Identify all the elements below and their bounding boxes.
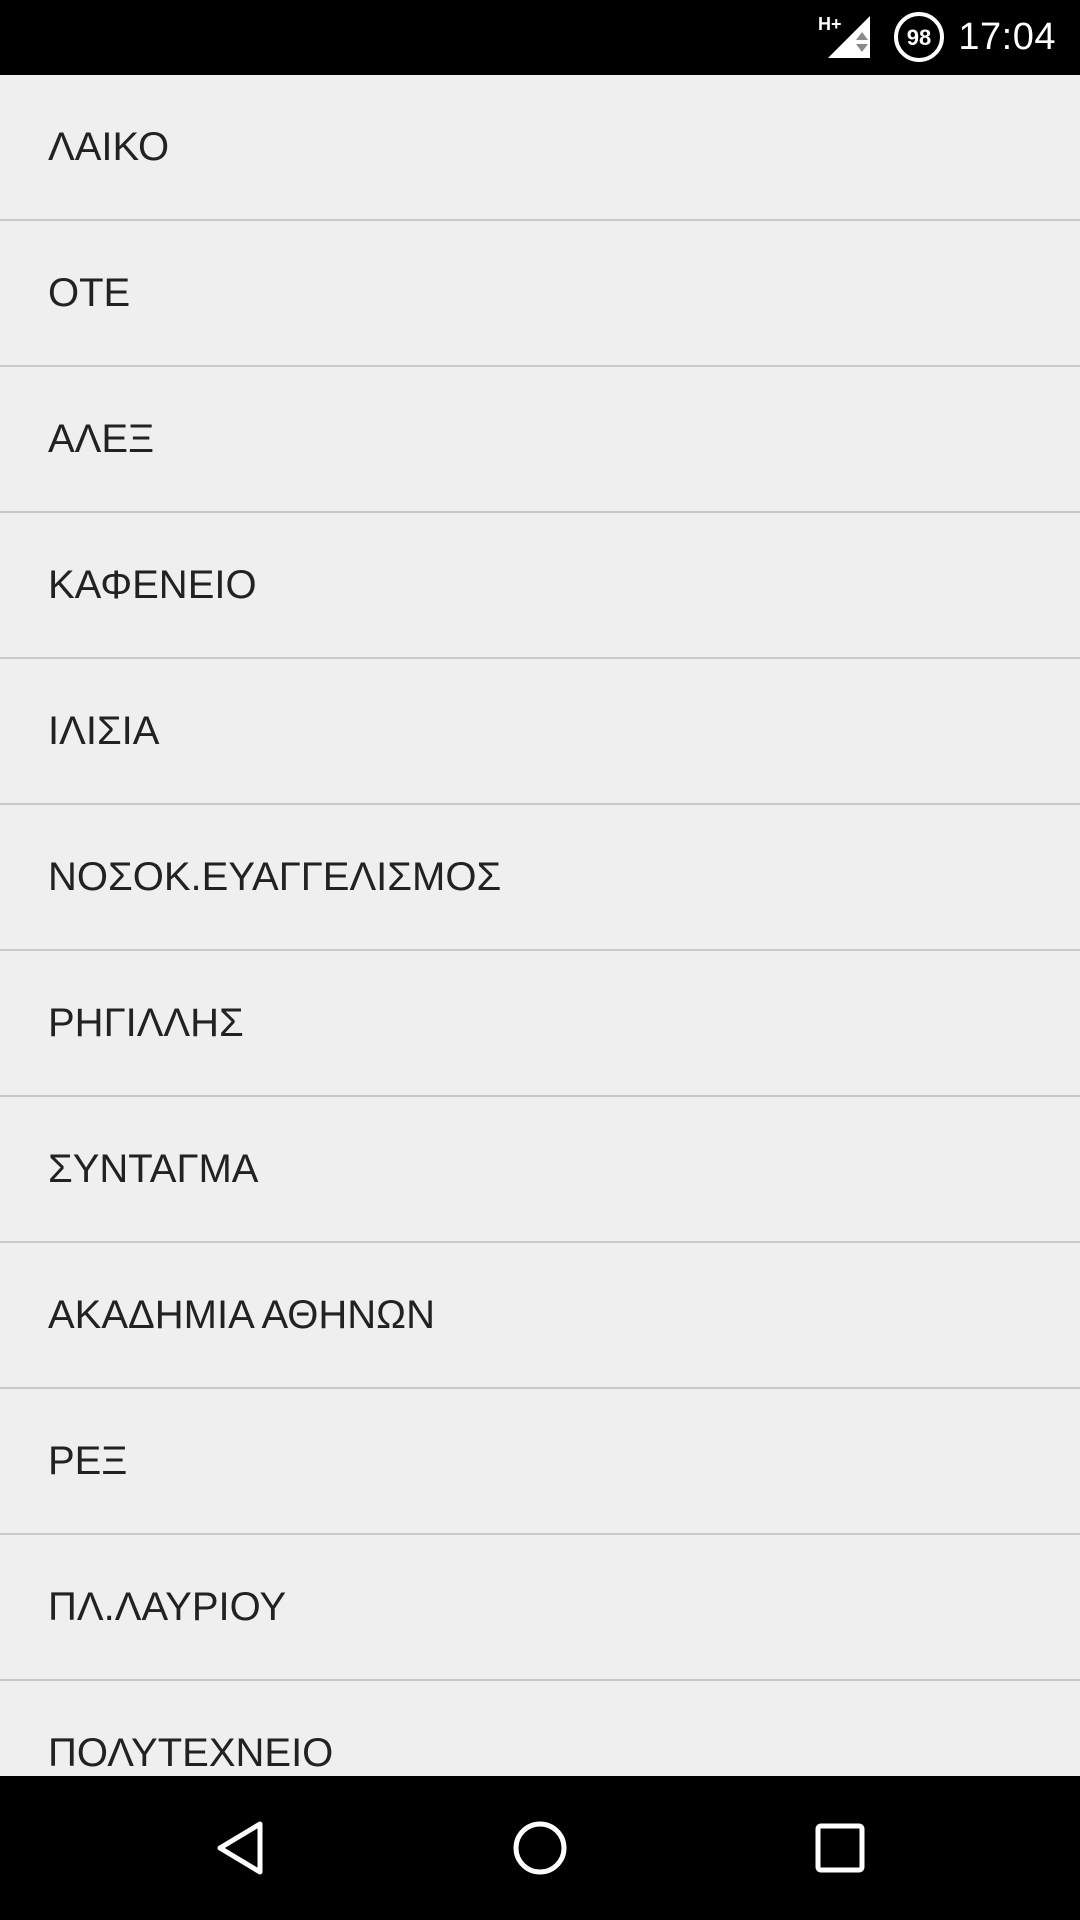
list-item[interactable]: ΠΛ.ΛΑΥΡΙΟΥ bbox=[0, 1535, 1080, 1681]
list-item[interactable]: ΟΤΕ bbox=[0, 221, 1080, 367]
back-icon bbox=[217, 1821, 263, 1875]
list-item[interactable]: ΑΚΑΔΗΜΙΑ ΑΘΗΝΩΝ bbox=[0, 1243, 1080, 1389]
list-item-label: ΙΛΙΣΙΑ bbox=[48, 709, 160, 753]
recents-icon bbox=[815, 1823, 865, 1873]
signal-h-plus-icon: H+ bbox=[818, 14, 870, 58]
list-item-label: ΑΛΕΞ bbox=[48, 417, 155, 461]
battery-icon: 98 bbox=[894, 12, 944, 62]
list-item[interactable]: ΡΕΞ bbox=[0, 1389, 1080, 1535]
list-item[interactable]: ΚΑΦΕΝΕΙΟ bbox=[0, 513, 1080, 659]
list-item[interactable]: ΡΗΓΙΛΛΗΣ bbox=[0, 951, 1080, 1097]
list-item-label: ΡΕΞ bbox=[48, 1439, 128, 1483]
list-item-label: ΡΗΓΙΛΛΗΣ bbox=[48, 1001, 244, 1045]
list-item[interactable]: ΠΟΛΥΤΕΧΝΕΙΟ bbox=[0, 1681, 1080, 1776]
list-item[interactable]: ΝΟΣΟΚ.ΕΥΑΓΓΕΛΙΣΜΟΣ bbox=[0, 805, 1080, 951]
list-item-label: ΑΚΑΔΗΜΙΑ ΑΘΗΝΩΝ bbox=[48, 1293, 435, 1337]
svg-text:H+: H+ bbox=[818, 14, 842, 34]
navigation-bar bbox=[0, 1776, 1080, 1920]
list-item-label: ΠΟΛΥΤΕΧΝΕΙΟ bbox=[48, 1731, 334, 1775]
list-item-label: ΟΤΕ bbox=[48, 271, 131, 315]
list-item-label: ΣΥΝΤΑΓΜΑ bbox=[48, 1147, 259, 1191]
home-button[interactable] bbox=[470, 1776, 610, 1920]
recents-button[interactable] bbox=[770, 1776, 910, 1920]
back-button[interactable] bbox=[170, 1776, 310, 1920]
status-bar: H+ 98 17:04 bbox=[0, 0, 1080, 75]
list-item-label: ΠΛ.ΛΑΥΡΙΟΥ bbox=[48, 1585, 287, 1629]
list-item[interactable]: ΣΥΝΤΑΓΜΑ bbox=[0, 1097, 1080, 1243]
status-clock: 17:04 bbox=[958, 16, 1056, 58]
station-list[interactable]: ΛΑΙΚΟ ΟΤΕ ΑΛΕΞ ΚΑΦΕΝΕΙΟ ΙΛΙΣΙΑ ΝΟΣΟΚ.ΕΥΑ… bbox=[0, 75, 1080, 1776]
home-icon bbox=[513, 1821, 567, 1875]
list-item-label: ΛΑΙΚΟ bbox=[48, 125, 170, 169]
list-item[interactable]: ΙΛΙΣΙΑ bbox=[0, 659, 1080, 805]
list-item[interactable]: ΑΛΕΞ bbox=[0, 367, 1080, 513]
list-item-label: ΚΑΦΕΝΕΙΟ bbox=[48, 563, 257, 607]
list-item-label: ΝΟΣΟΚ.ΕΥΑΓΓΕΛΙΣΜΟΣ bbox=[48, 855, 502, 899]
svg-text:98: 98 bbox=[907, 25, 931, 50]
list-item[interactable]: ΛΑΙΚΟ bbox=[0, 75, 1080, 221]
